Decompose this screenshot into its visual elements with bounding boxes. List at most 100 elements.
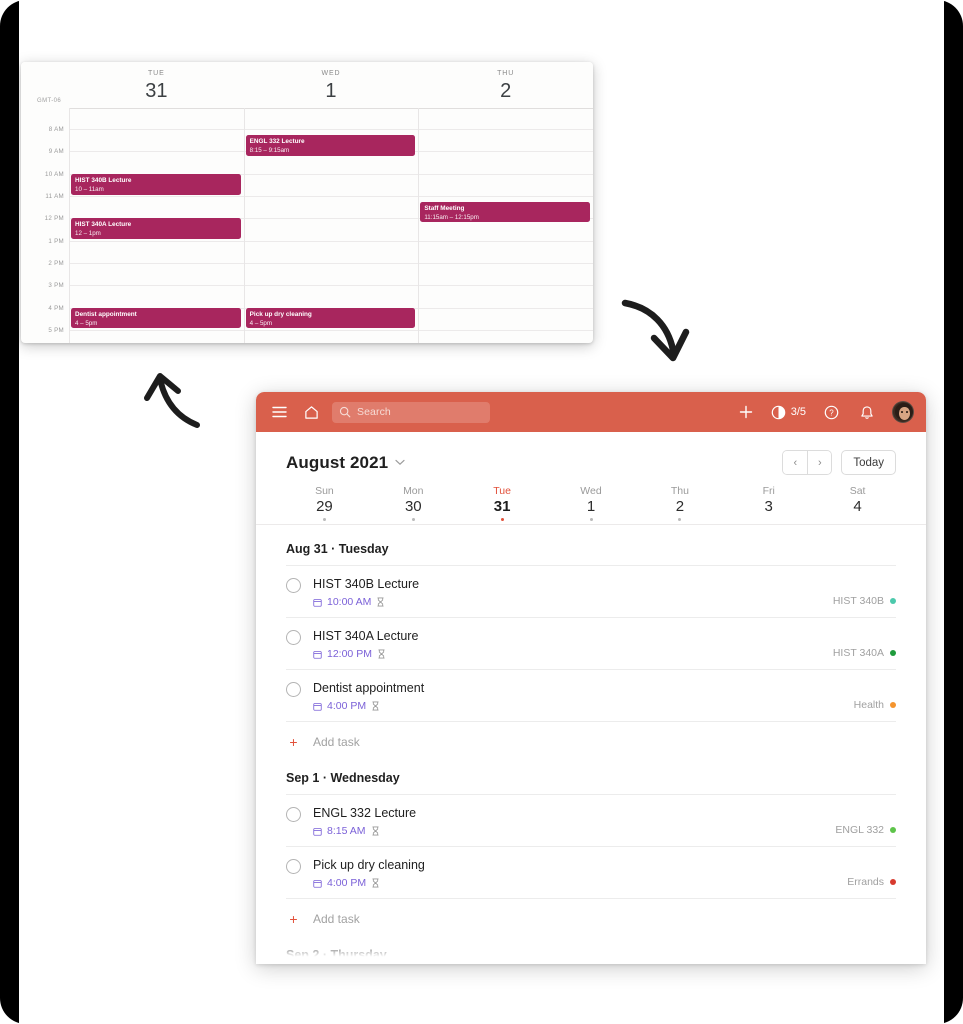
calendar-column-dow: THU — [497, 70, 515, 77]
task-project[interactable]: HIST 340B — [833, 595, 896, 608]
task-meta: 4:00 PM — [313, 700, 854, 712]
chevron-down-icon[interactable] — [395, 457, 405, 469]
task-project[interactable]: ENGL 332 — [835, 824, 896, 837]
hour-label: 4 PM — [48, 304, 64, 312]
task-list: Aug 31 · Tuesday HIST 340B Lecture 10:00 A… — [256, 525, 926, 964]
task-project-dot — [890, 598, 896, 604]
hamburger-icon[interactable] — [268, 401, 290, 423]
calendar-event[interactable]: HIST 340B Lecture 10 – 11am — [71, 173, 241, 195]
week-day-name: Sun — [315, 485, 334, 497]
grid-top-rule — [69, 108, 593, 109]
task-title: ENGL 332 Lecture — [313, 806, 417, 820]
prev-week-button[interactable]: ‹ — [783, 451, 808, 474]
add-task-label: Add task — [313, 735, 360, 749]
prev-next-group: ‹ › — [782, 450, 833, 475]
task-project-name: ENGL 332 — [835, 824, 884, 836]
task-project-dot — [890, 827, 896, 833]
task-due-time[interactable]: 10:00 AM — [327, 596, 371, 608]
day-heading: Aug 31 · Tuesday — [286, 542, 896, 566]
week-day-wed[interactable]: Wed 1 — [547, 485, 636, 524]
help-icon[interactable]: ? — [820, 401, 842, 423]
task-checkbox[interactable] — [286, 859, 301, 874]
task-body: HIST 340B Lecture 10:00 AM — [313, 577, 833, 608]
task-due-time[interactable]: 12:00 PM — [327, 648, 372, 660]
add-task-button[interactable]: + Add task — [286, 722, 896, 754]
bell-icon[interactable] — [856, 401, 878, 423]
week-day-sat[interactable]: Sat 4 — [813, 485, 902, 524]
task-body: Pick up dry cleaning 4:00 PM — [313, 858, 847, 889]
week-day-number: 30 — [404, 498, 422, 515]
calendar-grid[interactable]: 8 AM 9 AM 10 AM 11 AM 12 PM 1 PM 2 PM 3 PM 4 PM 5… — [21, 108, 593, 343]
day-heading: Sep 2 · Thursday — [286, 948, 896, 964]
plus-icon[interactable] — [735, 401, 757, 423]
week-day-number: 2 — [675, 498, 685, 515]
task-project[interactable]: HIST 340A — [833, 647, 896, 660]
avatar[interactable] — [892, 401, 914, 423]
calendar-event[interactable]: Pick up dry cleaning 4 – 5pm — [245, 307, 416, 329]
hour-label: 10 AM — [44, 170, 64, 178]
task-project-name: HIST 340A — [832, 647, 884, 659]
calendar-column-header: TUE 31 — [69, 70, 244, 103]
task-checkbox[interactable] — [286, 807, 301, 822]
week-day-dot — [589, 518, 593, 521]
week-day-name: Tue — [493, 485, 511, 497]
next-week-button[interactable]: › — [807, 451, 832, 474]
search-input[interactable]: Search — [332, 401, 490, 423]
week-day-mon[interactable]: Mon 30 — [369, 485, 458, 524]
calendar-event-title: Staff Meeting — [424, 204, 465, 212]
task-project[interactable]: Errands — [847, 876, 896, 889]
progress-indicator[interactable]: 3/5 — [771, 405, 806, 420]
task-title: Dentist appointment — [313, 681, 425, 695]
hour-gutter: 8 AM 9 AM 10 AM 11 AM 12 PM 1 PM 2 PM 3 PM 4 PM 5… — [21, 108, 69, 343]
calendar-event[interactable]: HIST 340A Lecture 12 – 1pm — [71, 218, 241, 240]
task-row[interactable]: HIST 340A Lecture 12:00 PM HIST 340A — [286, 618, 896, 670]
task-checkbox[interactable] — [286, 682, 301, 697]
hourglass-icon — [378, 649, 385, 659]
home-icon[interactable] — [300, 401, 322, 423]
task-row[interactable]: Pick up dry cleaning 4:00 PM Errands — [286, 847, 896, 899]
week-day-tue[interactable]: Tue 31 — [458, 485, 547, 524]
task-due-time[interactable]: 4:00 PM — [327, 877, 366, 889]
week-day-thu[interactable]: Thu 2 — [635, 485, 724, 524]
week-day-strip: Sun 29 Mon 30 Tue 31 Wed 1 Thu 2 Fri 3 Sat 4 — [256, 483, 926, 525]
hourglass-icon — [372, 701, 379, 711]
task-project-name: HIST 340B — [832, 595, 884, 607]
week-day-name: Sat — [849, 485, 866, 497]
task-row[interactable]: HIST 340B Lecture 10:00 AM HIST 340B — [286, 566, 896, 618]
hour-label: 1 PM — [48, 237, 64, 245]
task-meta: 10:00 AM — [313, 596, 833, 608]
task-row[interactable]: Dentist appointment 4:00 PM Health — [286, 670, 896, 722]
day-group: Aug 31 · Tuesday HIST 340B Lecture 10:00 A… — [286, 525, 896, 754]
date-nav-controls: ‹ › Today — [782, 450, 896, 475]
calendar-week-widget: GMT-06 TUE 31 WED 1 THU 2 8 AM 9 AM 10 AM 11 AM 1… — [21, 62, 593, 343]
week-day-fri[interactable]: Fri 3 — [724, 485, 813, 524]
calendar-event[interactable]: Dentist appointment 4 – 5pm — [71, 307, 241, 329]
calendar-icon — [313, 827, 322, 836]
calendar-column-dow: WED — [321, 70, 341, 77]
task-checkbox[interactable] — [286, 630, 301, 645]
add-task-button[interactable]: + Add task — [286, 899, 896, 931]
week-day-sun[interactable]: Sun 29 — [280, 485, 369, 524]
week-day-name: Mon — [403, 485, 424, 497]
calendar-event[interactable]: Staff Meeting 11:15am – 12:15pm — [420, 201, 590, 223]
task-checkbox[interactable] — [286, 578, 301, 593]
day-group: Sep 1 · Wednesday ENGL 332 Lecture 8:15 AM… — [286, 754, 896, 931]
calendar-event[interactable]: ENGL 332 Lecture 8:15 – 9:15am — [245, 134, 416, 156]
calendar-event-time: 4 – 5pm — [75, 319, 98, 327]
week-day-dot — [322, 518, 326, 521]
task-row[interactable]: ENGL 332 Lecture 8:15 AM ENGL 332 — [286, 795, 896, 847]
calendar-column-header: WED 1 — [244, 70, 419, 103]
week-day-dot — [678, 518, 682, 521]
task-body: ENGL 332 Lecture 8:15 AM — [313, 806, 835, 837]
task-due-time[interactable]: 4:00 PM — [327, 700, 366, 712]
task-project-dot — [890, 650, 896, 656]
task-project[interactable]: Health — [854, 699, 896, 712]
task-due-time[interactable]: 8:15 AM — [327, 825, 366, 837]
day-group: Sep 2 · ThursdayStaff Meeting11:15 AMSta… — [286, 931, 896, 964]
calendar-column-headers: GMT-06 TUE 31 WED 1 THU 2 — [21, 62, 593, 108]
task-title: HIST 340A Lecture — [313, 629, 419, 643]
today-button[interactable]: Today — [841, 450, 896, 475]
hour-label: 11 AM — [45, 193, 64, 201]
screenshot-root: GMT-06 TUE 31 WED 1 THU 2 8 AM 9 AM 10 AM 11 AM 1… — [0, 0, 963, 1024]
month-title[interactable]: August 2021 — [286, 453, 388, 473]
